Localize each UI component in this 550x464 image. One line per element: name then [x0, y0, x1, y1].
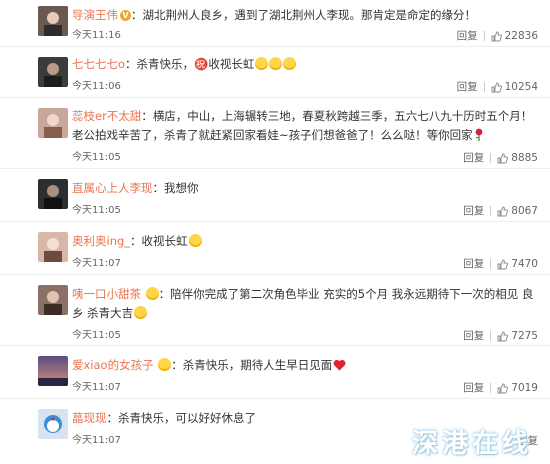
- comment-item: 咦一口小甜茶 ：陪伴你完成了第二次角色毕业 充实的5个月 我永远期待下一次的相见…: [0, 275, 550, 346]
- username-link[interactable]: 蕌现现: [72, 411, 107, 425]
- action-divider: [483, 82, 485, 92]
- like-count: 7470: [511, 258, 538, 270]
- smile-emoji-icon: [134, 306, 148, 319]
- comment-text: 蕊枝er不太甜：横店，中山，上海辗转三地，春夏秋跨越三季，五六七八九十历时五个月…: [72, 109, 533, 142]
- comment-text: 导演王伟 V ：湖北荆州人良乡，遇到了湖北荆州人李现。那肯定是命定的缘分！: [72, 8, 477, 22]
- action-divider: [490, 153, 492, 163]
- like-count: 8885: [511, 152, 538, 164]
- avatar[interactable]: [38, 6, 68, 36]
- comment-text: 奥利奥ing_：收视长虹: [72, 232, 538, 251]
- timestamp: 今天11:07: [72, 435, 121, 446]
- reply-button[interactable]: 回复: [463, 150, 484, 166]
- like-button[interactable]: 22836: [491, 28, 538, 44]
- like-count: 10254: [504, 81, 538, 93]
- comment-meta: 今天11:05 回复 8885: [72, 150, 538, 166]
- comment-body: 我想你: [164, 181, 199, 195]
- thumbs-up-icon: [497, 331, 509, 341]
- timestamp: 今天11:05: [72, 205, 121, 216]
- comment-item: 直属心上人李现：我想你 今天11:05 回复 8067: [0, 169, 550, 222]
- username-link[interactable]: 爱xiao的女孩子: [72, 358, 154, 372]
- comment-meta: 今天11:05 回复 8067: [72, 203, 538, 219]
- comment-meta: 今天11:07 回复 7019: [72, 380, 538, 396]
- thumbs-up-icon: [491, 82, 502, 92]
- comment-item: 爱xiao的女孩子 ：杀青快乐，期待人生早日见面 今天11:07 回复 7019: [0, 346, 550, 399]
- action-divider: [490, 259, 492, 269]
- like-button[interactable]: 7470: [497, 256, 538, 272]
- timestamp: 今天11:05: [72, 330, 121, 341]
- comment-body: 杀青快乐，可以好好休息了: [118, 411, 256, 425]
- comment-item: 导演王伟 V ：湖北荆州人良乡，遇到了湖北荆州人李现。那肯定是命定的缘分！ 今天11…: [0, 0, 550, 47]
- avatar[interactable]: [38, 232, 68, 262]
- timestamp: 今天11:16: [72, 30, 121, 41]
- site-watermark: 深港在线: [411, 429, 532, 459]
- username-link[interactable]: 咦一口小甜茶: [72, 287, 141, 301]
- thumbs-up-icon: [497, 153, 509, 163]
- reply-button[interactable]: 回复: [463, 203, 484, 219]
- action-divider: [490, 383, 492, 393]
- comment-meta: 今天11:06 回复 10254: [72, 79, 538, 95]
- comment-meta: 今天11:16 回复 22836: [72, 28, 538, 44]
- comment-item: 七七七七o：杀青快乐，㊗️收视长虹 今天11:06 回复 10254: [0, 47, 550, 98]
- avatar[interactable]: [38, 409, 68, 439]
- username-link[interactable]: 奥利奥ing_: [72, 234, 130, 248]
- username-link[interactable]: 直属心上人李现: [72, 181, 153, 195]
- comment-meta: 今天11:05 回复 7275: [72, 328, 538, 344]
- like-count: 22836: [504, 30, 538, 42]
- comment-text: 咦一口小甜茶 ：陪伴你完成了第二次角色毕业 充实的5个月 我永远期待下一次的相见…: [72, 287, 534, 320]
- gold-star-face-emoji-icon: [188, 234, 202, 247]
- comment-item: 蕊枝er不太甜：横店，中山，上海辗转三地，春夏秋跨越三季，五六七八九十历时五个月…: [0, 98, 550, 169]
- face-emoji-icon: [158, 358, 172, 371]
- comment-text: 七七七七o：杀青快乐，㊗️收视长虹: [72, 55, 538, 74]
- comment-text: 爱xiao的女孩子 ：杀青快乐，期待人生早日见面: [72, 356, 538, 375]
- face-emoji-icon: [145, 287, 159, 300]
- comment-body: 湖北荆州人良乡，遇到了湖北荆州人李现。那肯定是命定的缘分！: [142, 8, 477, 22]
- reply-button[interactable]: 回复: [463, 328, 484, 344]
- gold-star-face-emoji-icon: [283, 57, 297, 70]
- reply-button[interactable]: 回复: [463, 380, 484, 396]
- thumbs-up-icon: [491, 31, 502, 41]
- comment-body: 杀青快乐，㊗️收视长虹: [136, 57, 255, 71]
- comment-item: 奥利奥ing_：收视长虹 今天11:07 回复 7470: [0, 222, 550, 275]
- thumbs-up-icon: [497, 259, 509, 269]
- action-divider: [483, 31, 485, 41]
- heart-emoji-icon: [333, 359, 346, 371]
- username-link[interactable]: 导演王伟: [72, 8, 118, 22]
- like-count: 8067: [511, 205, 538, 217]
- avatar[interactable]: [38, 179, 68, 209]
- timestamp: 今天11:05: [72, 152, 121, 163]
- action-divider: [490, 206, 492, 216]
- thumbs-up-icon: [497, 383, 509, 393]
- like-count: 7019: [511, 382, 538, 394]
- comment-body: 收视长虹: [141, 234, 188, 248]
- action-divider: [490, 331, 492, 341]
- rose-emoji-icon: [475, 128, 483, 141]
- gold-star-face-emoji-icon: [255, 57, 269, 70]
- verified-badge-icon: V: [120, 10, 131, 21]
- avatar[interactable]: [38, 285, 68, 315]
- reply-button[interactable]: 回复: [463, 256, 484, 272]
- avatar[interactable]: [38, 57, 68, 87]
- comment-body: 杀青快乐，期待人生早日见面: [182, 358, 333, 372]
- like-button[interactable]: 8885: [497, 150, 538, 166]
- like-button[interactable]: 7019: [497, 380, 538, 396]
- thumbs-up-icon: [497, 206, 509, 216]
- reply-button[interactable]: 回复: [457, 79, 478, 95]
- timestamp: 今天11:07: [72, 258, 121, 269]
- comment-list: 导演王伟 V ：湖北荆州人良乡，遇到了湖北荆州人李现。那肯定是命定的缘分！ 今天11…: [0, 0, 550, 459]
- timestamp: 今天11:06: [72, 81, 121, 92]
- reply-button[interactable]: 回复: [457, 28, 478, 44]
- comment-meta: 今天11:07 回复 7470: [72, 256, 538, 272]
- like-button[interactable]: 10254: [491, 79, 538, 95]
- avatar[interactable]: [38, 108, 68, 138]
- comment-text: 直属心上人李现：我想你: [72, 181, 199, 195]
- username-link[interactable]: 蕊枝er不太甜: [72, 109, 141, 123]
- timestamp: 今天11:07: [72, 382, 121, 393]
- username-link[interactable]: 七七七七o: [72, 57, 125, 71]
- like-button[interactable]: 7275: [497, 328, 538, 344]
- avatar[interactable]: [38, 356, 68, 386]
- like-count: 7275: [511, 330, 538, 342]
- like-button[interactable]: 8067: [497, 203, 538, 219]
- gold-star-face-emoji-icon: [269, 57, 283, 70]
